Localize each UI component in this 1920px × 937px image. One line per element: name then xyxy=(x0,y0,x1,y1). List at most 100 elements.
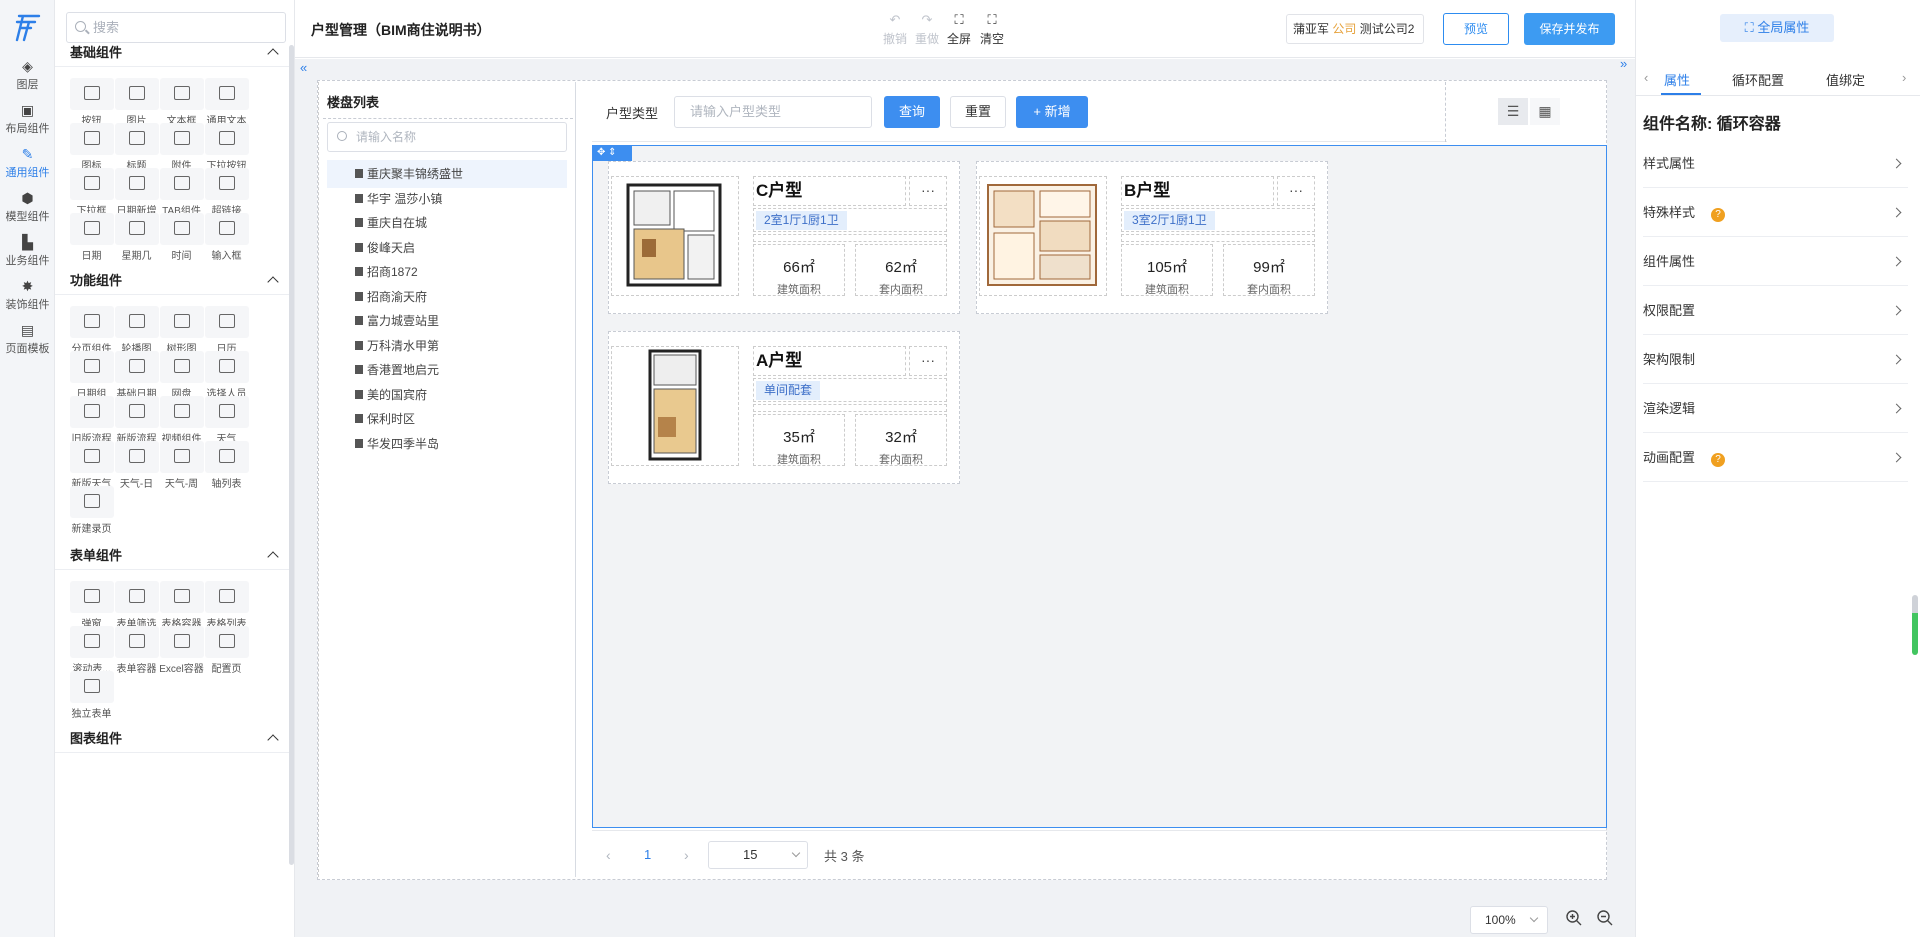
help-icon[interactable]: ? xyxy=(1711,453,1726,467)
side-scroll-indicator[interactable] xyxy=(1912,595,1918,655)
help-icon[interactable]: ? xyxy=(1711,208,1726,222)
rail-item-3[interactable]: ⬢ 模型组件 xyxy=(0,188,55,238)
prev-page-icon[interactable]: ‹ xyxy=(606,847,611,863)
library-scrollbar[interactable] xyxy=(289,45,294,865)
tree-node-label: 重庆自在城 xyxy=(367,216,428,230)
rail-item-5[interactable]: ✸ 装饰组件 xyxy=(0,276,55,326)
toolbar-clear-button[interactable]: ⛶ 清空 xyxy=(975,12,1009,47)
component-glyph-icon xyxy=(128,86,145,100)
property-row[interactable]: 特殊样式? xyxy=(1643,189,1908,237)
component-item[interactable]: 配置页 xyxy=(199,626,254,676)
component-glyph-icon xyxy=(218,359,235,373)
tree-node[interactable]: 华发四季半岛 xyxy=(327,430,567,458)
component-icon xyxy=(69,168,114,200)
unit-card[interactable]: B户型 ··· 3室2厅1厨1卫 105㎡ 建筑面积 99㎡ 套内面积 xyxy=(976,161,1328,314)
library-section-header[interactable]: 功能组件 xyxy=(70,270,285,292)
chevron-right-icon xyxy=(1891,305,1902,316)
chevron-right-icon xyxy=(1891,256,1902,267)
component-icon xyxy=(114,626,159,658)
preview-button[interactable]: 预览 xyxy=(1443,13,1509,45)
component-item[interactable]: 通用文本 xyxy=(199,78,254,128)
tree-divider xyxy=(323,118,573,119)
collapse-left-icon[interactable]: « xyxy=(300,60,307,75)
zoom-out-icon[interactable] xyxy=(1596,909,1614,927)
area-label: 建筑面积 xyxy=(777,284,821,296)
property-row[interactable]: 权限配置 xyxy=(1643,287,1908,335)
component-item[interactable]: 日历 xyxy=(199,306,254,356)
property-row[interactable]: 架构限制 xyxy=(1643,336,1908,384)
save-publish-button[interactable]: 保存并发布 xyxy=(1524,13,1615,45)
property-label: 样式属性 xyxy=(1643,156,1696,171)
tabs-next-icon[interactable]: › xyxy=(1902,70,1906,85)
query-button[interactable]: 查询 xyxy=(884,96,940,128)
rail-item-0[interactable]: ◈ 图层 xyxy=(0,56,55,106)
library-section-header[interactable]: 基础组件 xyxy=(70,42,285,64)
undo-icon: ↶ xyxy=(889,12,901,27)
rail-item-6[interactable]: ▤ 页面模板 xyxy=(0,320,55,370)
tree-search-placeholder: 请输入名称 xyxy=(356,130,417,144)
component-icon xyxy=(114,396,159,428)
zoom-in-icon[interactable] xyxy=(1565,909,1583,927)
add-button[interactable]: + 新增 xyxy=(1016,96,1088,128)
component-item[interactable]: 选择人员 xyxy=(199,351,254,401)
unit-card[interactable]: A户型 ··· 单间配套 35㎡ 建筑面积 32㎡ 套内面积 xyxy=(608,331,960,484)
chevron-down-icon xyxy=(791,848,801,858)
component-glyph-icon xyxy=(128,131,145,145)
chevron-up-icon[interactable] xyxy=(267,734,279,746)
component-item[interactable]: 表格列表 xyxy=(199,581,254,631)
rail-item-1[interactable]: ▣ 布局组件 xyxy=(0,100,55,150)
component-item[interactable]: 下拉按钮 xyxy=(199,123,254,173)
component-glyph-icon xyxy=(83,176,100,190)
more-options-icon[interactable]: ··· xyxy=(909,176,947,206)
tree-node-label: 香港置地启元 xyxy=(367,363,440,377)
section-divider xyxy=(55,752,294,753)
more-options-icon[interactable]: ··· xyxy=(909,346,947,376)
page-number[interactable]: 1 xyxy=(644,847,651,862)
grid-view-icon[interactable]: ▦ xyxy=(1530,98,1560,125)
toolbar-undo-button[interactable]: ↶ 撤销 xyxy=(878,12,912,47)
zoom-select[interactable]: 100% xyxy=(1470,906,1548,934)
component-glyph-icon xyxy=(218,404,235,418)
user-company-selector[interactable]: 蒲亚军 公司 测试公司2 xyxy=(1286,14,1424,44)
library-section-header[interactable]: 图表组件 xyxy=(70,728,285,750)
toolbar-fullscreen-button[interactable]: ⛶ 全屏 xyxy=(942,12,976,47)
property-row[interactable]: 组件属性 xyxy=(1643,238,1908,286)
property-row[interactable]: 渲染逻辑 xyxy=(1643,385,1908,433)
tree-search-input[interactable]: 请输入名称 xyxy=(327,122,567,152)
tab-value-binding[interactable]: 值绑定 xyxy=(1826,70,1865,89)
drag-handle-icon[interactable]: ✥ ⇕ xyxy=(592,145,632,161)
property-row[interactable]: 样式属性 xyxy=(1643,140,1908,188)
global-properties-button[interactable]: ⛶ 全局属性 xyxy=(1720,14,1834,42)
area-block: 32㎡ 套内面积 xyxy=(855,414,947,466)
chevron-up-icon[interactable] xyxy=(267,276,279,288)
more-options-icon[interactable]: ··· xyxy=(1277,176,1315,206)
chevron-up-icon[interactable] xyxy=(267,551,279,563)
unit-card[interactable]: C户型 ··· 2室1厅1厨1卫 66㎡ 建筑面积 62㎡ 套内面积 xyxy=(608,161,960,314)
next-page-icon[interactable]: › xyxy=(684,847,689,863)
tab-loop-config[interactable]: 循环配置 xyxy=(1732,70,1784,89)
component-item[interactable]: 独立表单 xyxy=(64,671,119,721)
component-item[interactable]: 输入框 xyxy=(199,213,254,263)
collapse-right-icon[interactable]: » xyxy=(1620,56,1627,71)
library-search-input[interactable]: 搜索 xyxy=(66,12,286,43)
unit-type-input[interactable]: 请输入户型类型 xyxy=(674,96,872,128)
property-row[interactable]: 动画配置? xyxy=(1643,434,1908,482)
component-item[interactable]: 轴列表 xyxy=(199,441,254,491)
component-item[interactable]: 天气 xyxy=(199,396,254,446)
tab-properties[interactable]: 属性 xyxy=(1664,70,1690,89)
tabs-prev-icon[interactable]: ‹ xyxy=(1644,70,1648,85)
building-icon xyxy=(355,389,363,399)
component-glyph-icon xyxy=(218,176,235,190)
rail-item-4[interactable]: ▙ 业务组件 xyxy=(0,232,55,282)
spacer xyxy=(753,234,947,242)
list-view-icon[interactable]: ☰ xyxy=(1498,98,1528,125)
active-tab-indicator xyxy=(1661,93,1701,95)
toolbar-redo-button[interactable]: ↷ 重做 xyxy=(910,12,944,47)
library-section-header[interactable]: 表单组件 xyxy=(70,545,285,567)
page-size-select[interactable]: 15 xyxy=(708,841,808,869)
component-item[interactable]: 新建录页 xyxy=(64,486,119,536)
chevron-up-icon[interactable] xyxy=(267,48,279,60)
reset-button[interactable]: 重置 xyxy=(950,96,1006,128)
rail-item-2[interactable]: ✎ 通用组件 xyxy=(0,144,55,194)
component-item[interactable]: 超链接 xyxy=(199,168,254,218)
